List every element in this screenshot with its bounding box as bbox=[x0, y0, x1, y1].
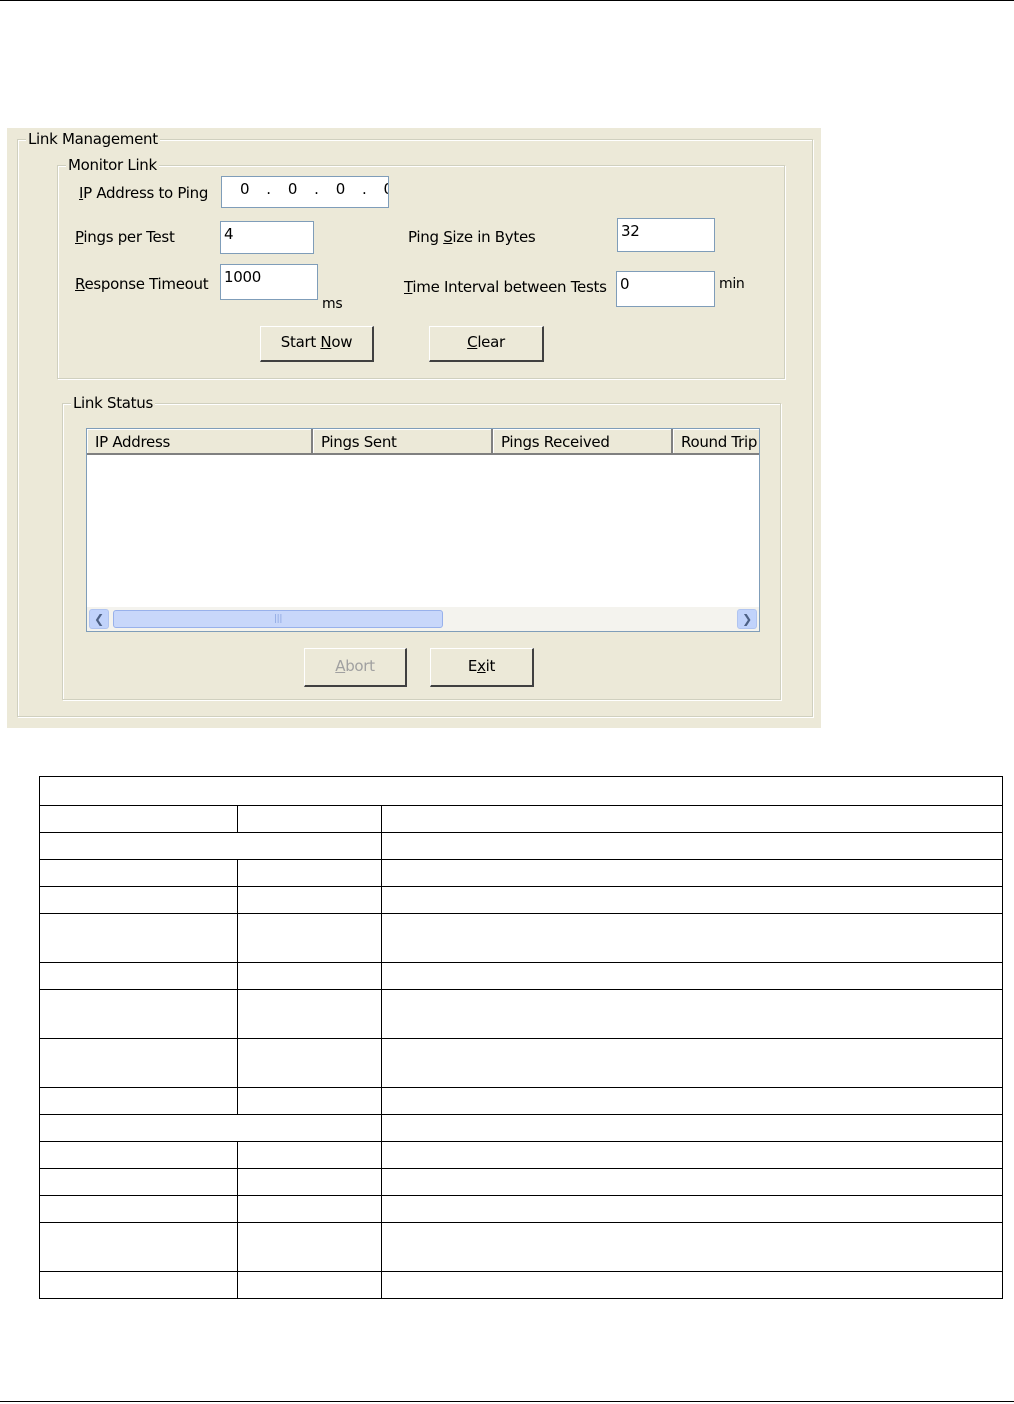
pings-per-test-input[interactable]: 4 bbox=[220, 221, 314, 254]
column-ip-address[interactable]: IP Address bbox=[87, 429, 313, 455]
chevron-right-icon[interactable]: ❯ bbox=[737, 609, 757, 629]
table-row bbox=[39, 1114, 1003, 1142]
ping-size-input[interactable]: 32 bbox=[617, 218, 715, 252]
table-row bbox=[39, 859, 1003, 887]
table-row bbox=[39, 1141, 1003, 1169]
time-interval-input[interactable]: 0 bbox=[616, 271, 715, 307]
table-row bbox=[39, 1087, 1003, 1115]
horizontal-scrollbar[interactable]: ❮ ||| ❯ bbox=[87, 607, 759, 631]
response-timeout-label: Response Timeout bbox=[75, 275, 209, 293]
link-status-list[interactable]: IP Address Pings Sent Pings Received Rou… bbox=[86, 428, 760, 632]
clear-button[interactable]: Clear bbox=[429, 326, 544, 362]
list-header: IP Address Pings Sent Pings Received Rou… bbox=[87, 429, 759, 455]
table-row bbox=[39, 962, 1003, 990]
monitor-link-legend: Monitor Link bbox=[66, 155, 159, 175]
timeout-unit-label: ms bbox=[322, 296, 343, 312]
table-row bbox=[39, 989, 1003, 1039]
footer-rule bbox=[0, 1401, 1014, 1402]
scrollbar-thumb[interactable]: ||| bbox=[113, 610, 443, 628]
column-round-trip[interactable]: Round Trip bbox=[673, 429, 759, 455]
parameter-table bbox=[39, 776, 1003, 1299]
pings-per-test-label: Pings per Test bbox=[75, 228, 175, 246]
header-rule bbox=[0, 0, 1014, 1]
table-row bbox=[39, 1168, 1003, 1196]
table-row bbox=[39, 1222, 1003, 1272]
table-title-row bbox=[39, 776, 1003, 806]
ping-size-label: Ping Size in Bytes bbox=[408, 228, 536, 246]
exit-button[interactable]: Exit bbox=[430, 648, 534, 687]
table-row bbox=[39, 1038, 1003, 1088]
table-row bbox=[39, 1195, 1003, 1223]
table-row bbox=[39, 832, 1003, 860]
ip-address-input[interactable]: 0 . 0 . 0 . 0 bbox=[221, 176, 389, 208]
link-status-legend: Link Status bbox=[71, 393, 155, 413]
abort-button: Abort bbox=[304, 648, 407, 687]
table-row bbox=[39, 1271, 1003, 1299]
column-pings-received[interactable]: Pings Received bbox=[493, 429, 673, 455]
time-interval-label: Time Interval between Tests bbox=[404, 278, 607, 296]
table-row bbox=[39, 913, 1003, 963]
table-row bbox=[39, 886, 1003, 914]
start-now-button[interactable]: Start Now bbox=[260, 326, 374, 362]
link-management-legend: Link Management bbox=[26, 129, 160, 149]
chevron-left-icon[interactable]: ❮ bbox=[89, 609, 109, 629]
column-pings-sent[interactable]: Pings Sent bbox=[313, 429, 493, 455]
ip-address-label: IP Address to Ping bbox=[79, 184, 209, 202]
interval-unit-label: min bbox=[719, 276, 745, 292]
link-management-dialog: Link Management Monitor Link IP Address … bbox=[7, 128, 821, 728]
response-timeout-input[interactable]: 1000 bbox=[220, 264, 318, 300]
table-row bbox=[39, 805, 1003, 833]
